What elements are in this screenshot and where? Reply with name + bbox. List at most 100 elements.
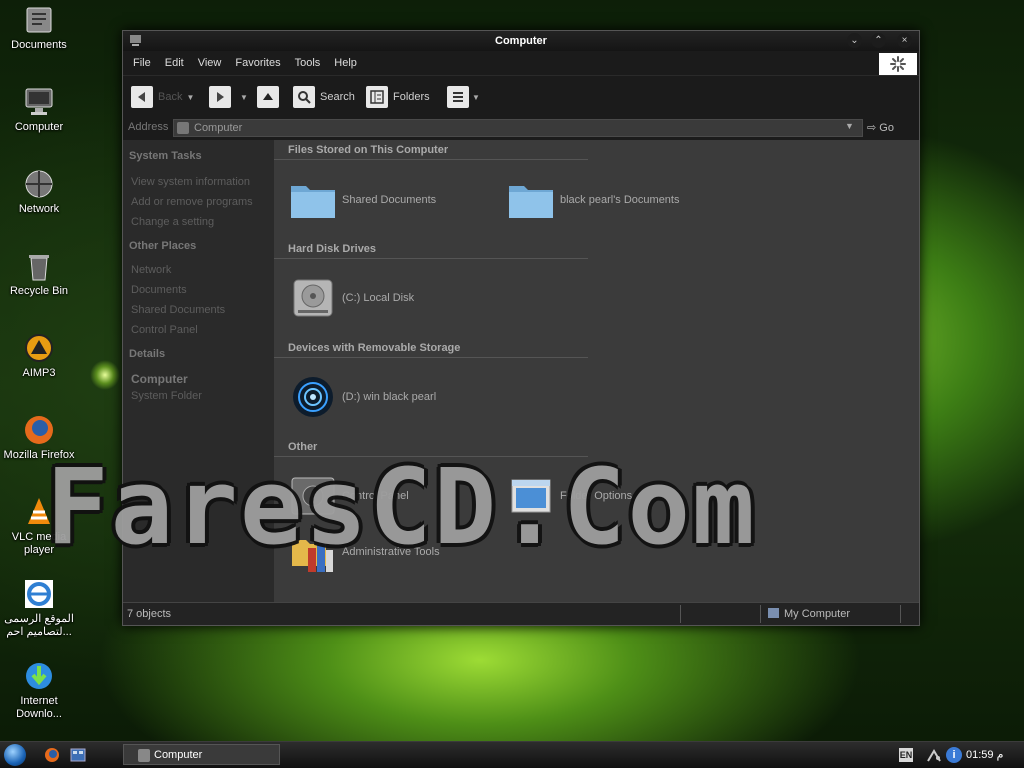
task-change-setting[interactable]: Change a setting [123,212,274,232]
go-arrow-icon: ⇨ [867,122,880,134]
group-header-hard-disk-drives: Hard Disk Drives [274,240,588,259]
item-shared-documents[interactable]: Shared Documents [288,178,436,222]
folder-icon [288,178,338,222]
desktop-icon-computer[interactable]: Computer [0,86,78,134]
back-arrow-icon [131,86,153,108]
desktop-icon-label: Internet Downlo... [16,695,62,720]
folders-button[interactable]: Folders [366,86,430,108]
show-desktop-icon[interactable] [70,747,86,763]
menu-help[interactable]: Help [327,51,364,69]
menu-edit[interactable]: Edit [158,51,191,69]
address-bar: Address Computer ▼ ⇨ Go [123,116,919,140]
folder-icon [506,178,556,222]
hard-disk-icon [288,276,338,320]
chevron-down-icon[interactable]: ▼ [240,93,248,102]
wallpaper-orb [90,360,120,390]
menu-bar: File Edit View Favorites Tools Help [123,51,919,75]
desktop-icon-label: الموقع الرسمى لتصاميم احم... [4,613,74,638]
computer-icon [177,122,189,134]
desktop-icon-label: Network [18,203,60,215]
task-view-system-information[interactable]: View system information [123,172,274,192]
search-icon [293,86,315,108]
aimp-icon [23,332,55,364]
chevron-down-icon[interactable]: ▼ [845,121,854,131]
taskbar: Computer EN i 01:59 م [0,741,1024,768]
address-label: Address [128,121,169,133]
system-tasks-heading[interactable]: System Tasks [123,146,274,166]
back-button[interactable]: Back ▼ [131,86,194,108]
documents-icon [23,4,55,36]
item-local-disk-c[interactable]: (C:) Local Disk [288,276,414,320]
toolbar: Back ▼ ▼ Search Folders ▼ [123,75,919,116]
go-button[interactable]: ⇨ Go [867,121,894,134]
status-location: My Computer [768,608,850,620]
windows-throbber [879,53,917,75]
place-network[interactable]: Network [123,260,274,280]
taskbar-button-computer[interactable]: Computer [123,744,280,765]
place-documents[interactable]: Documents [123,280,274,300]
item-dvd-drive-d[interactable]: (D:) win black pearl [288,375,436,419]
group-header-files: Files Stored on This Computer [274,141,588,160]
taskbar-clock[interactable]: 01:59 م [966,748,1003,761]
forward-arrow-icon [209,86,231,108]
firefox-icon [23,414,55,446]
address-field[interactable]: Computer [173,119,863,137]
language-indicator[interactable]: EN [899,748,913,762]
chevron-down-icon[interactable]: ▼ [186,93,194,102]
chevron-down-icon[interactable]: ▼ [472,93,480,102]
recycle-bin-icon [23,250,55,282]
details-name: Computer [131,372,188,386]
details-heading[interactable]: Details [123,344,274,364]
desktop-icon-label: AIMP3 [22,367,56,379]
status-divider [900,605,901,623]
desktop-icon-label: Computer [14,121,64,133]
group-header-removable-storage: Devices with Removable Storage [274,339,588,358]
place-shared-documents[interactable]: Shared Documents [123,300,274,320]
up-button[interactable] [257,86,284,108]
up-arrow-icon [257,86,279,108]
firefox-icon[interactable] [44,747,60,763]
search-button[interactable]: Search [293,86,355,108]
menu-view[interactable]: View [191,51,229,69]
menu-tools[interactable]: Tools [288,51,328,69]
network-icon [23,168,55,200]
status-divider [680,605,681,623]
desktop-icon-documents[interactable]: Documents [0,4,78,52]
task-add-remove-programs[interactable]: Add or remove programs [123,192,274,212]
close-button[interactable]: × [897,33,912,48]
views-button[interactable]: ▼ [447,86,480,108]
item-black-pearls-documents[interactable]: black pearl's Documents [506,178,680,222]
desktop-icon-aimp3[interactable]: AIMP3 [0,332,78,380]
watermark-text: FaresCD.Com [46,446,757,568]
desktop-icon-network[interactable]: Network [0,168,78,216]
status-object-count: 7 objects [127,608,172,620]
info-tray-icon[interactable]: i [946,747,962,763]
views-icon [447,86,469,108]
menu-favorites[interactable]: Favorites [228,51,287,69]
details-type: System Folder [131,390,202,402]
network-tray-icon[interactable] [926,747,942,763]
minimize-button[interactable]: ⌄ [847,33,862,48]
window-title: Computer [495,35,547,47]
other-places-heading[interactable]: Other Places [123,236,274,256]
forward-button[interactable]: ▼ [209,86,248,108]
place-control-panel[interactable]: Control Panel [123,320,274,340]
desktop-icon-label: Documents [11,39,67,51]
maximize-button[interactable]: ⌃ [871,33,886,48]
desktop-icon-idm[interactable]: Internet Downlo... [0,660,78,721]
my-computer-icon [768,608,779,618]
status-bar: 7 objects My Computer [123,602,919,625]
desktop-icon-recycle-bin[interactable]: Recycle Bin [0,250,78,298]
title-bar[interactable]: Computer ⌄ ⌃ × [123,31,919,51]
desktop-icon-label: Recycle Bin [9,285,69,297]
computer-icon [138,749,150,762]
folders-icon [366,86,388,108]
desktop-icon-ie-shortcut[interactable]: الموقع الرسمى لتصاميم احم... [0,578,78,639]
menu-file[interactable]: File [123,51,158,69]
internet-download-manager-icon [23,660,55,692]
start-button[interactable] [4,744,26,766]
status-divider [760,605,761,623]
address-value: Computer [194,122,243,134]
computer-icon [23,86,55,118]
internet-explorer-icon [23,578,55,610]
